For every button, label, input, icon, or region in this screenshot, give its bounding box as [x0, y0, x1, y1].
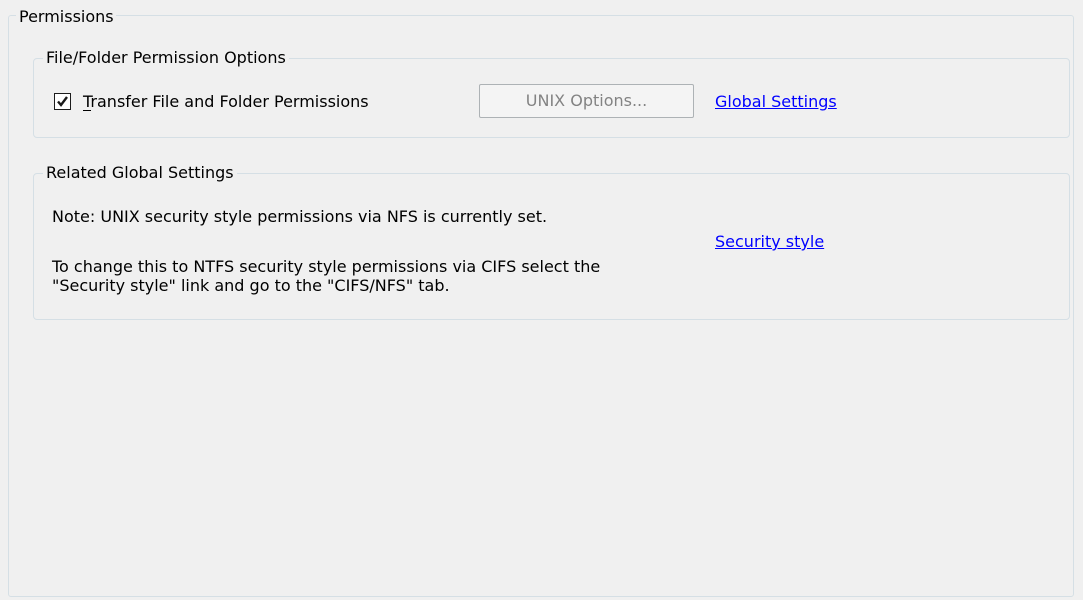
unix-security-note: Note: UNIX security style permissions vi… [52, 207, 548, 226]
change-instruction-line1: To change this to NTFS security style pe… [52, 257, 601, 276]
related-global-settings-title: Related Global Settings [43, 164, 237, 182]
file-folder-options-title: File/Folder Permission Options [43, 49, 289, 67]
checkmark-icon [57, 96, 68, 107]
unix-options-button[interactable]: UNIX Options... [479, 84, 694, 118]
global-settings-link[interactable]: Global Settings [715, 92, 837, 112]
permissions-group-title: Permissions [16, 8, 116, 26]
related-global-settings-group [33, 173, 1070, 320]
security-style-link[interactable]: Security style [715, 232, 824, 252]
transfer-permissions-checkbox[interactable] [54, 93, 71, 110]
transfer-permissions-label-text: Transfer File and Folder Permissions [83, 92, 369, 111]
transfer-permissions-label[interactable]: Transfer File and Folder Permissions [83, 92, 369, 112]
change-instruction-line2: "Security style" link and go to the "CIF… [52, 276, 450, 295]
